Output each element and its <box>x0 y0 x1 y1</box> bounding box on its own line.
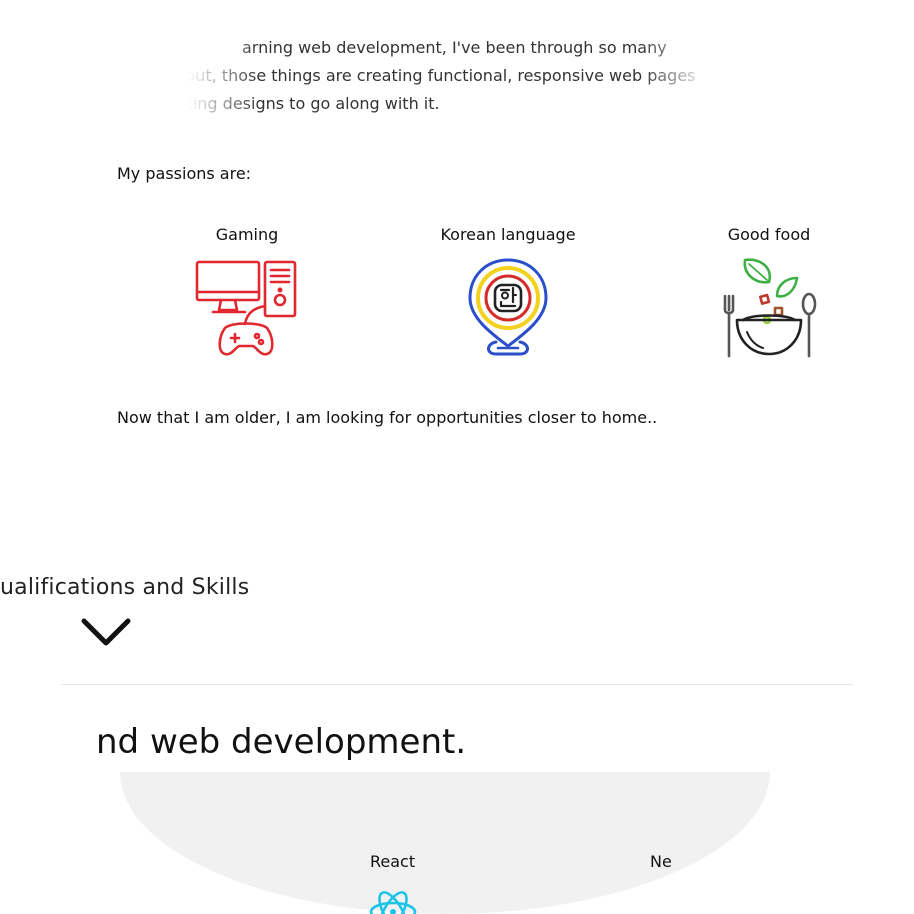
intro-line-1: arning web development, I've been throug… <box>242 38 667 57</box>
section-divider <box>61 684 853 685</box>
passion-gaming: Gaming <box>147 224 347 360</box>
passion-food-label: Good food <box>727 225 811 244</box>
page: arning web development, I've been throug… <box>0 0 914 914</box>
passions-heading: My passions are: <box>117 164 252 183</box>
skill-node-label: Ne <box>650 852 672 871</box>
react-icon <box>369 891 417 914</box>
salad-bowl-icon <box>723 258 817 358</box>
skill-react-label: React <box>370 852 416 871</box>
intro-line-2: s out, those things are creating functio… <box>172 66 696 85</box>
passion-korean: Korean language <box>408 224 608 360</box>
intro-paragraph: arning web development, I've been throug… <box>150 34 730 118</box>
gaming-pc-controller-icon <box>195 260 297 356</box>
chevron-down-icon[interactable] <box>80 615 132 651</box>
passion-gaming-label: Gaming <box>215 225 279 244</box>
passion-korean-label: Korean language <box>440 225 576 244</box>
korean-hangul-map-pin-icon <box>468 258 548 356</box>
skills-headline: nd web development. <box>96 722 467 762</box>
qualifications-heading: ualifications and Skills <box>0 575 250 600</box>
intro-line-3: ooking designs to go along with it. <box>164 94 440 113</box>
older-paragraph: Now that I am older, I am looking for op… <box>117 408 658 427</box>
skills-background-blob <box>120 772 770 914</box>
passion-food: Good food <box>669 224 869 360</box>
